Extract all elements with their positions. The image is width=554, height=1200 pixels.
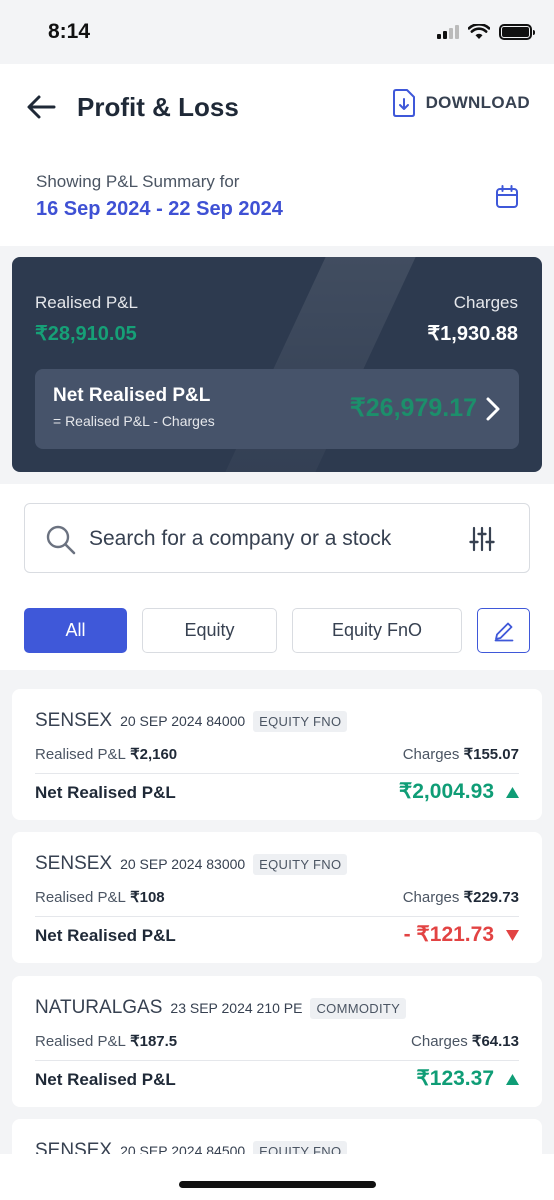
net-formula: = Realised P&L - Charges bbox=[53, 413, 215, 429]
summary-label: Showing P&L Summary for bbox=[36, 172, 240, 191]
segment-badge: EQUITY FNO bbox=[253, 1140, 348, 1154]
home-indicator-area bbox=[0, 1154, 554, 1200]
charges-label: Charges bbox=[453, 293, 518, 312]
trade-charges: Charges ₹155.07 bbox=[402, 746, 519, 763]
segment-badge: EQUITY FNO bbox=[253, 853, 348, 875]
trade-net-label: Net Realised P&L bbox=[35, 926, 176, 945]
trade-contract: 20 SEP 2024 83000 bbox=[120, 856, 246, 872]
date-range: 16 Sep 2024 - 22 Sep 2024 bbox=[36, 198, 283, 220]
calendar-icon[interactable] bbox=[494, 184, 520, 210]
cellular-signal-icon bbox=[437, 25, 459, 39]
trade-charges: Charges ₹229.73 bbox=[402, 889, 519, 906]
trade-charges: Charges ₹64.13 bbox=[411, 1033, 519, 1050]
status-icons bbox=[437, 24, 535, 40]
trade-card[interactable]: SENSEX 20 SEP 2024 84500 EQUITY FNO bbox=[12, 1119, 542, 1154]
trade-contract: 23 SEP 2024 210 PE bbox=[170, 1000, 303, 1016]
page-title: Profit & Loss bbox=[77, 92, 239, 122]
search-icon bbox=[46, 525, 76, 555]
header: Profit & Loss DOWNLOAD Showing P&L Summa… bbox=[0, 64, 554, 246]
segment-badge: COMMODITY bbox=[310, 997, 407, 1019]
divider bbox=[35, 916, 519, 917]
triangle-down-icon bbox=[506, 930, 519, 941]
realised-pnl-value: ₹28,910.05 bbox=[35, 323, 137, 345]
net-realised-pnl-label: Net Realised P&L bbox=[53, 385, 211, 406]
search-box[interactable] bbox=[24, 503, 530, 573]
trade-net-value: - ₹121.73 bbox=[403, 923, 494, 946]
download-button[interactable]: DOWNLOAD bbox=[392, 88, 530, 118]
segment-badge: EQUITY FNO bbox=[253, 710, 348, 732]
arrow-left-icon bbox=[27, 95, 56, 119]
trade-card[interactable]: SENSEX 20 SEP 2024 83000 EQUITY FNO Real… bbox=[12, 832, 542, 963]
pnl-summary-card: Realised P&L ₹28,910.05 Charges ₹1,930.8… bbox=[12, 257, 542, 472]
status-bar: 8:14 bbox=[0, 0, 554, 64]
home-indicator[interactable] bbox=[179, 1181, 376, 1188]
trade-list: SENSEX 20 SEP 2024 84000 EQUITY FNO Real… bbox=[0, 672, 554, 1154]
divider bbox=[35, 773, 519, 774]
charges-value: ₹1,930.88 bbox=[427, 323, 518, 345]
triangle-up-icon bbox=[506, 1074, 519, 1085]
trade-contract: 20 SEP 2024 84500 bbox=[120, 1143, 246, 1154]
trade-symbol: SENSEX bbox=[35, 710, 113, 731]
net-realised-pnl-value: ₹26,979.17 bbox=[349, 394, 477, 422]
filter-chip-equity-fno[interactable]: Equity FnO bbox=[292, 608, 462, 653]
trade-realised: Realised P&L ₹108 bbox=[35, 889, 165, 906]
chevron-right-icon bbox=[486, 397, 500, 421]
search-filter-section: All Equity Equity FnO bbox=[0, 484, 554, 670]
trade-symbol: SENSEX bbox=[35, 853, 113, 874]
trade-symbol: NATURALGAS bbox=[35, 997, 163, 1018]
status-time: 8:14 bbox=[48, 20, 91, 43]
sliders-icon[interactable] bbox=[469, 526, 495, 552]
trade-net-value: ₹2,004.93 bbox=[398, 780, 494, 803]
download-label: DOWNLOAD bbox=[425, 93, 530, 112]
trade-card[interactable]: SENSEX 20 SEP 2024 84000 EQUITY FNO Real… bbox=[12, 689, 542, 820]
net-realised-pnl-button[interactable]: Net Realised P&L = Realised P&L - Charge… bbox=[35, 369, 519, 449]
trade-realised: Realised P&L ₹187.5 bbox=[35, 1033, 178, 1050]
realised-pnl-label: Realised P&L bbox=[35, 293, 139, 312]
filter-chip-all[interactable]: All bbox=[24, 608, 127, 653]
triangle-up-icon bbox=[506, 787, 519, 798]
trade-card[interactable]: NATURALGAS 23 SEP 2024 210 PE COMMODITY … bbox=[12, 976, 542, 1107]
wifi-icon bbox=[468, 24, 490, 39]
divider bbox=[35, 1060, 519, 1061]
trade-net-label: Net Realised P&L bbox=[35, 783, 176, 802]
trade-net-value: ₹123.37 bbox=[416, 1067, 494, 1090]
trade-realised: Realised P&L ₹2,160 bbox=[35, 746, 178, 763]
edit-filters-button[interactable] bbox=[477, 608, 530, 653]
trade-net-label: Net Realised P&L bbox=[35, 1070, 176, 1089]
filter-chip-equity[interactable]: Equity bbox=[142, 608, 277, 653]
trade-contract: 20 SEP 2024 84000 bbox=[120, 713, 246, 729]
download-icon bbox=[392, 89, 415, 117]
search-input[interactable] bbox=[89, 521, 449, 557]
pencil-icon bbox=[494, 622, 513, 641]
trade-symbol: SENSEX bbox=[35, 1140, 113, 1154]
back-button[interactable] bbox=[24, 90, 58, 124]
battery-icon bbox=[499, 24, 535, 40]
